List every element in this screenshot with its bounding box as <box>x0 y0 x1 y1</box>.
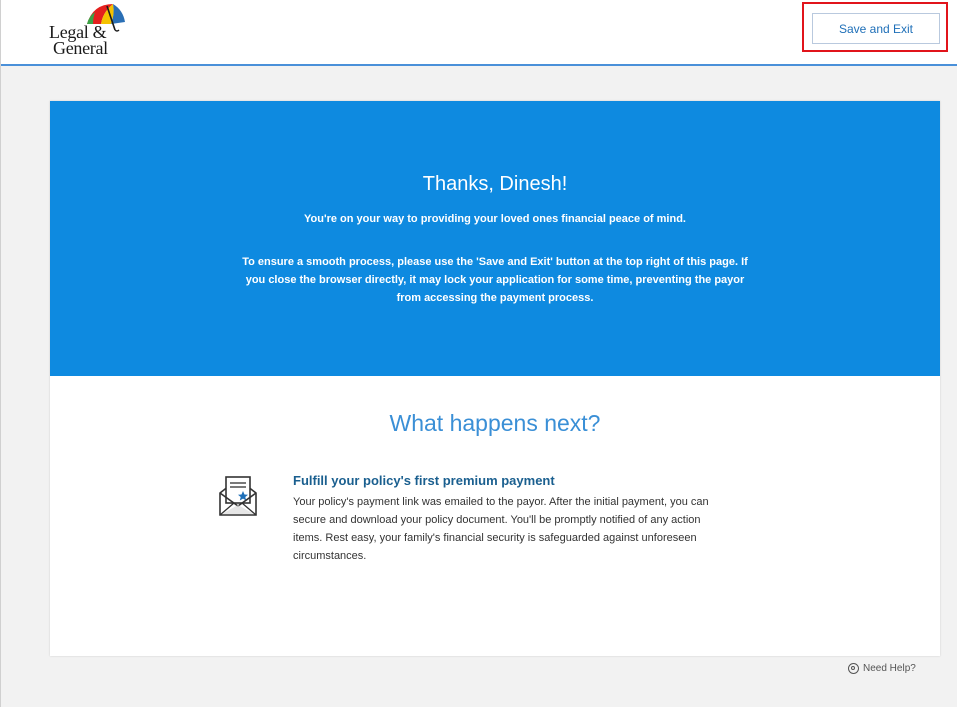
step-title: Fulfill your policy's first premium paym… <box>293 473 555 488</box>
hero-note: To ensure a smooth process, please use t… <box>242 256 748 304</box>
header: Legal & General Save and Exit <box>1 0 957 66</box>
step-description: Your policy's payment link was emailed t… <box>293 496 709 562</box>
hero-title: Thanks, Dinesh! <box>422 173 568 195</box>
hero-banner: Thanks, Dinesh! You're on your way to pr… <box>50 101 940 376</box>
need-help-link[interactable]: Need Help? <box>848 663 916 674</box>
lifebuoy-icon <box>848 663 859 674</box>
save-and-exit-button[interactable]: Save and Exit <box>812 13 940 44</box>
logo-line-2: General <box>53 38 108 58</box>
need-help-label: Need Help? <box>863 663 916 674</box>
page: Legal & General Save and Exit Thanks, Di… <box>0 0 957 707</box>
confirmation-card: Thanks, Dinesh! You're on your way to pr… <box>50 101 940 656</box>
mail-envelope-icon <box>219 476 257 516</box>
what-happens-next-title: What happens next? <box>389 410 601 436</box>
logo-wordmark: Legal & General <box>49 23 108 58</box>
legal-general-logo[interactable]: Legal & General <box>45 2 135 62</box>
hero-subtitle: You're on your way to providing your lov… <box>304 213 686 225</box>
